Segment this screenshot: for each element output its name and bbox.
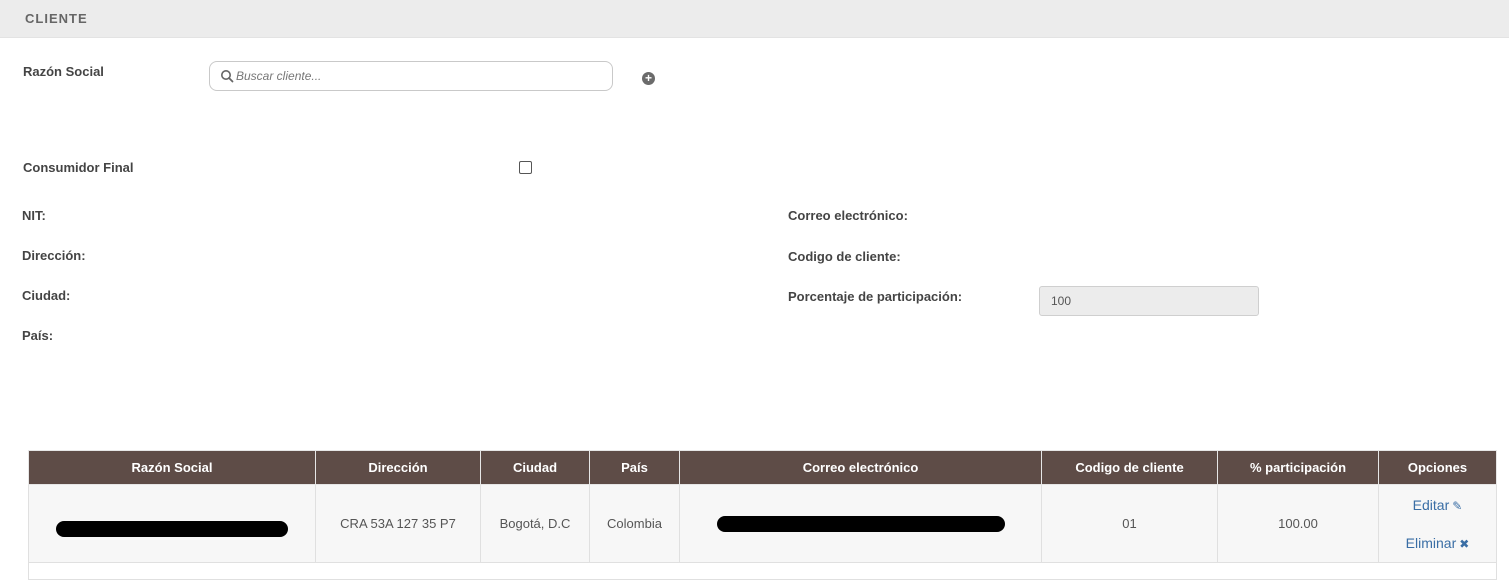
column-header-ciudad: Ciudad [480, 450, 590, 485]
razon-social-label: Razón Social [23, 64, 104, 79]
table-row: CRA 53A 127 35 P7 Bogotá, D.C Colombia 0… [28, 484, 1497, 563]
close-icon: ✖ [1459, 536, 1470, 551]
cell-participacion: 100.00 [1217, 484, 1379, 563]
porcentaje-label: Porcentaje de participación: [788, 289, 963, 304]
ciudad-label: Ciudad: [22, 288, 71, 303]
search-input[interactable] [236, 62, 606, 90]
cell-direccion: CRA 53A 127 35 P7 [315, 484, 481, 563]
edit-link-label: Editar [1412, 496, 1450, 513]
column-header-codigo: Codigo de cliente [1041, 450, 1218, 485]
consumidor-final-checkbox[interactable] [519, 161, 532, 174]
cell-codigo: 01 [1041, 484, 1218, 563]
column-header-correo: Correo electrónico [679, 450, 1042, 485]
section-title: CLIENTE [25, 11, 88, 26]
search-box [209, 61, 613, 91]
cell-razon-social [28, 484, 316, 563]
delete-link-label: Eliminar [1405, 534, 1457, 551]
cell-correo [679, 484, 1042, 563]
table-header-row: Razón Social Dirección Ciudad País Corre… [28, 450, 1497, 485]
clients-table: Razón Social Dirección Ciudad País Corre… [28, 450, 1497, 580]
column-header-direccion: Dirección [315, 450, 481, 485]
nit-label: NIT: [22, 208, 46, 223]
cell-pais: Colombia [589, 484, 680, 563]
column-header-razon-social: Razón Social [28, 450, 316, 485]
redacted-razon-social [56, 520, 288, 537]
cell-ciudad: Bogotá, D.C [480, 484, 590, 563]
column-header-participacion: % participación [1217, 450, 1379, 485]
consumidor-final-label: Consumidor Final [23, 160, 134, 175]
search-icon [221, 70, 234, 83]
edit-icon: ✎ [1452, 498, 1463, 513]
pais-label: País: [22, 328, 54, 343]
column-header-pais: País [589, 450, 680, 485]
direccion-label: Dirección: [22, 248, 86, 263]
codigo-cliente-label: Codigo de cliente: [788, 249, 901, 264]
edit-link[interactable]: Editar ✎ [1383, 497, 1492, 513]
delete-link[interactable]: Eliminar ✖ [1383, 535, 1492, 551]
add-client-icon[interactable]: + [642, 72, 655, 85]
porcentaje-input[interactable] [1039, 286, 1259, 316]
cell-opciones: Editar ✎ Eliminar ✖ [1378, 484, 1497, 563]
section-header: CLIENTE [0, 0, 1509, 38]
column-header-opciones: Opciones [1378, 450, 1497, 485]
table-empty-row [28, 562, 1497, 580]
correo-label: Correo electrónico: [788, 208, 908, 223]
redacted-correo [716, 515, 1005, 532]
